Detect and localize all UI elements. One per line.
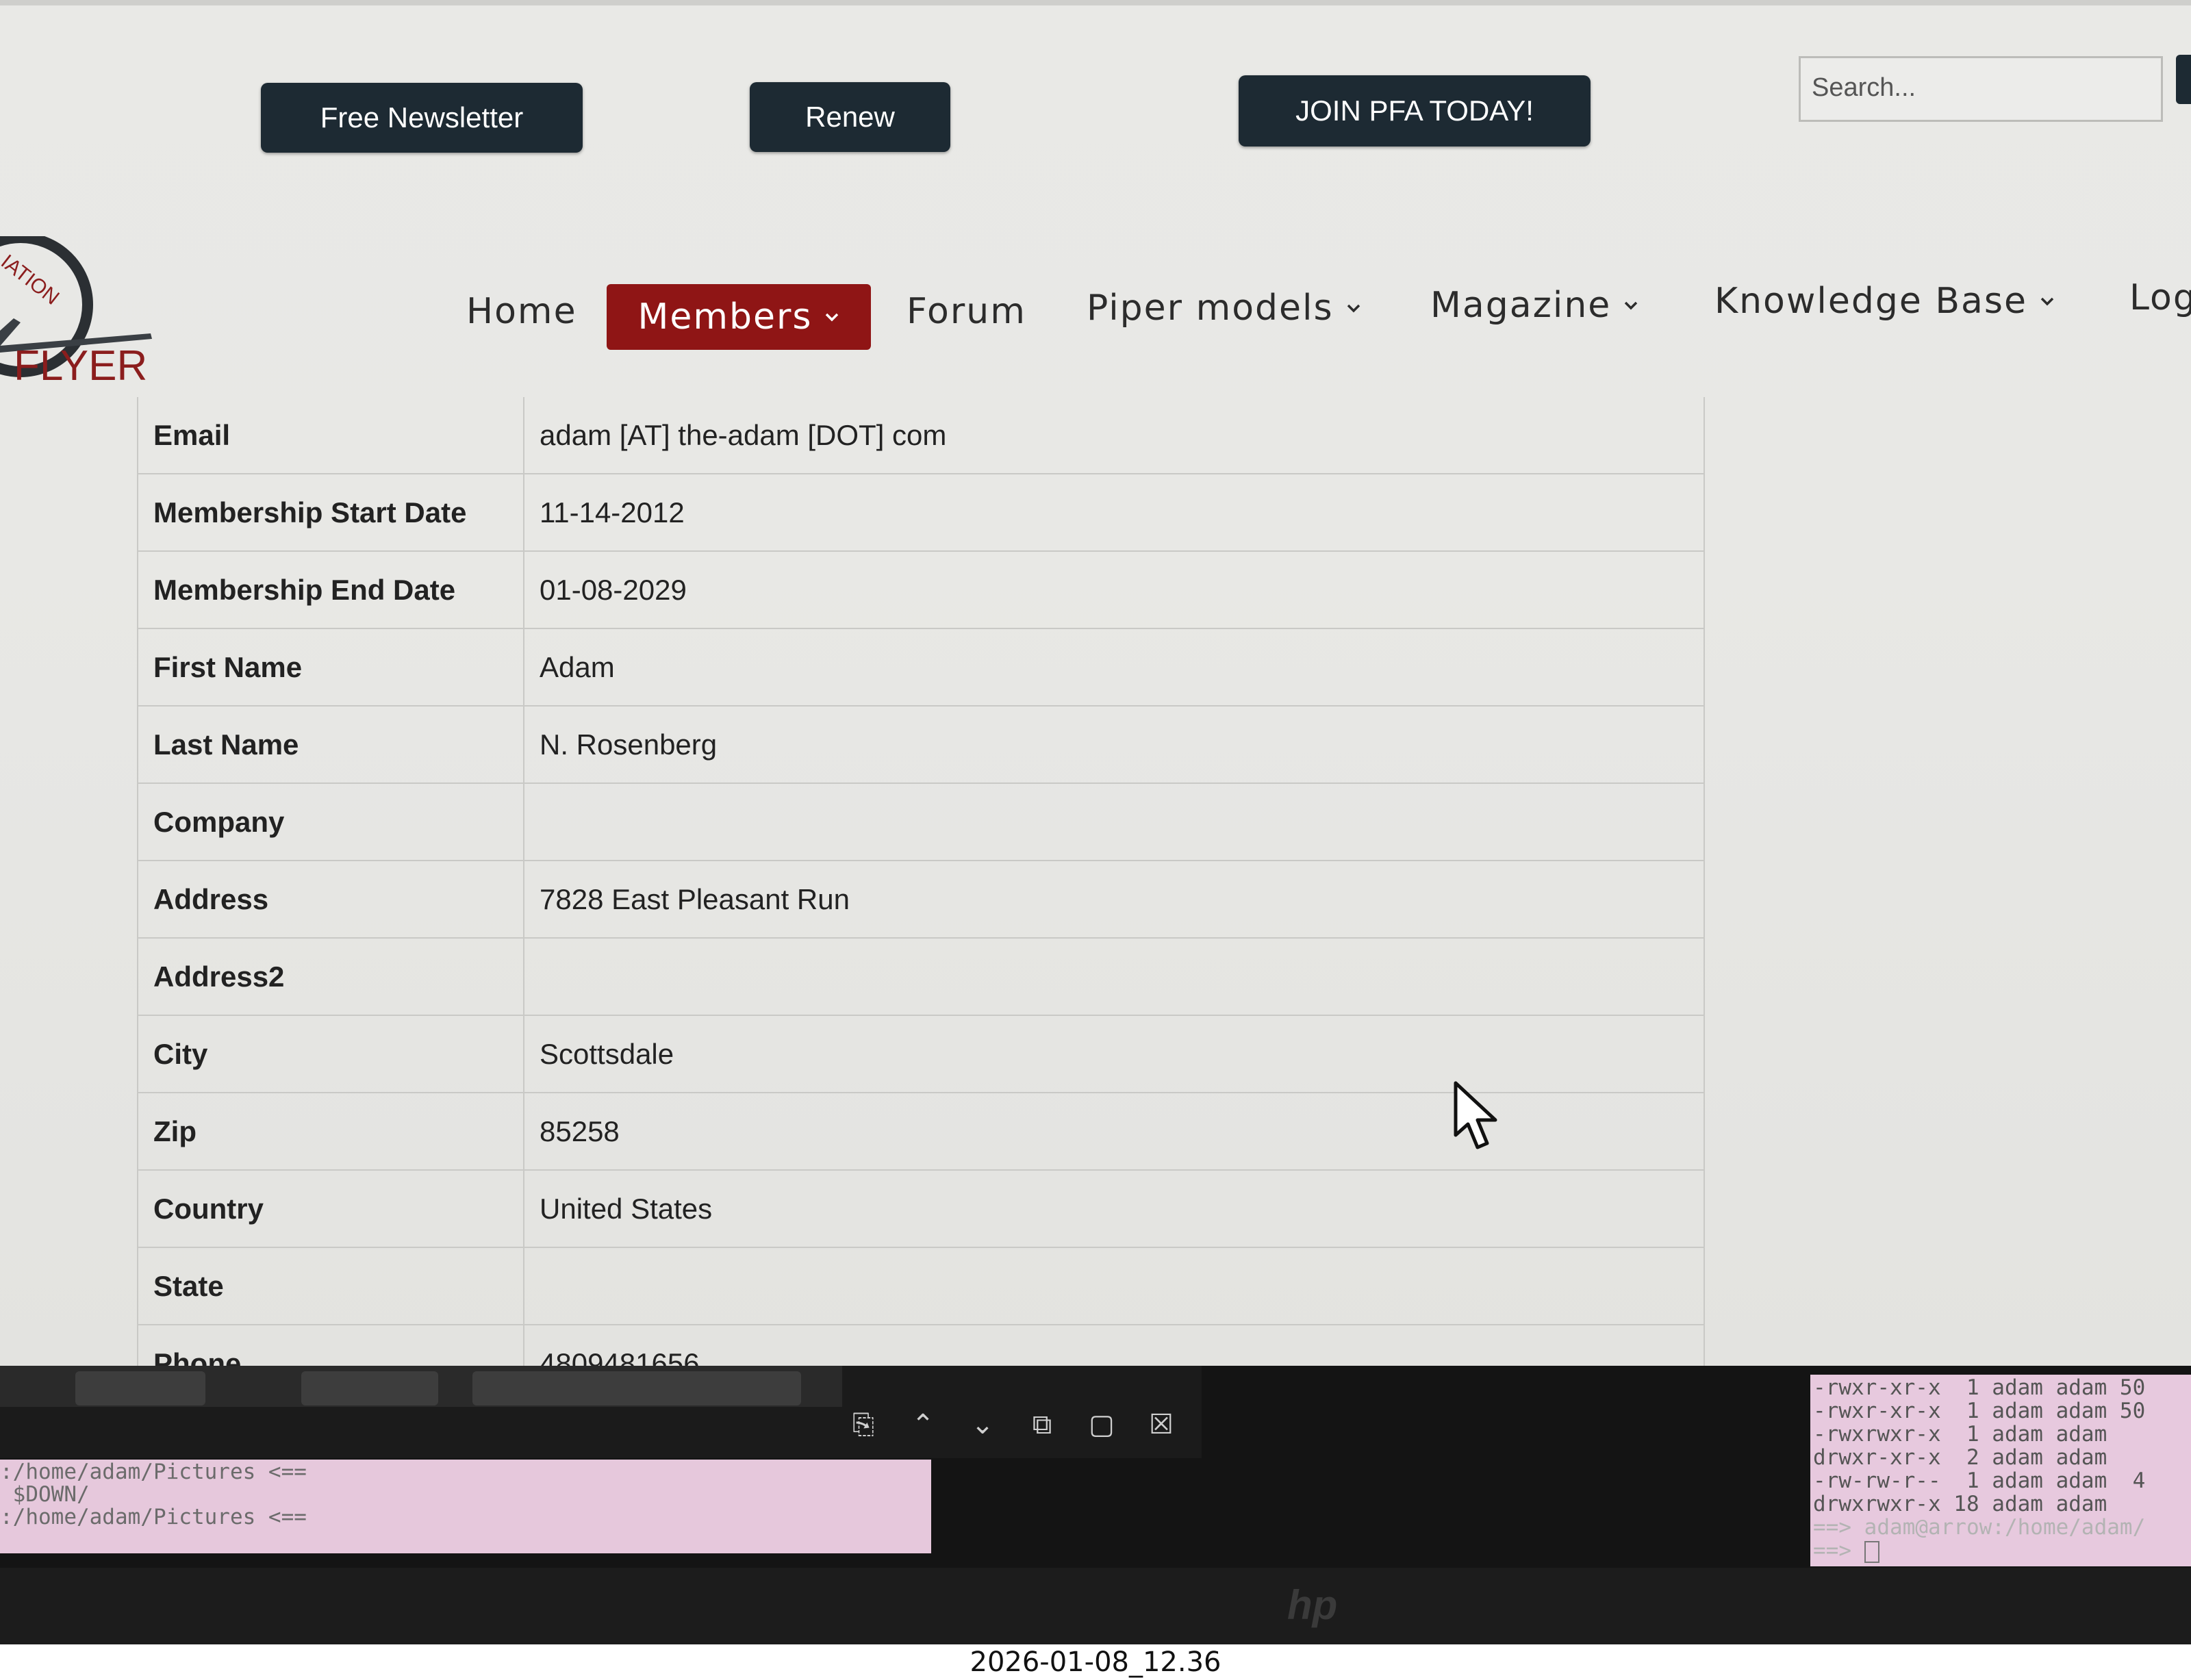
terminal-right[interactable]: -rwxr-xr-x 1 adam adam 50 -rwxr-xr-x 1 a… bbox=[1810, 1375, 2191, 1566]
table-row: Phone 4809481656 bbox=[137, 1324, 1705, 1366]
terminal-tab[interactable] bbox=[75, 1371, 205, 1405]
terminal-prompt-line: ==> adam@arrow:/home/adam/ bbox=[1813, 1515, 2146, 1540]
field-value: Adam bbox=[524, 629, 1705, 705]
terminal-line: drwxr-xr-x 2 adam adam bbox=[1813, 1445, 2107, 1470]
table-row: Membership End Date 01-08-2029 bbox=[137, 550, 1705, 628]
field-label: Phone bbox=[137, 1325, 524, 1366]
terminal-line: :/home/adam/Pictures <== bbox=[0, 1460, 307, 1484]
table-row: Address2 bbox=[137, 937, 1705, 1015]
terminal-tab[interactable] bbox=[472, 1371, 801, 1405]
nav-knowledge-base-label: Knowledge Base bbox=[1714, 281, 2027, 322]
photo-caption: 2026-01-08_12.36 bbox=[0, 1644, 2191, 1680]
field-label: Address bbox=[137, 861, 524, 937]
field-label: First Name bbox=[137, 629, 524, 705]
free-newsletter-button[interactable]: Free Newsletter bbox=[261, 83, 583, 153]
field-label: Address2 bbox=[137, 939, 524, 1015]
terminal-line: drwxrwxr-x 18 adam adam bbox=[1813, 1492, 2107, 1516]
field-value bbox=[524, 939, 1705, 1015]
field-value bbox=[524, 1248, 1705, 1324]
mouse-pointer-icon bbox=[1454, 1081, 1497, 1149]
terminal-tab[interactable] bbox=[301, 1371, 438, 1405]
new-tab-icon[interactable]: ⎘ bbox=[849, 1410, 878, 1439]
table-row: Company bbox=[137, 782, 1705, 860]
terminal-line: -rwxr-xr-x 1 adam adam 50 bbox=[1813, 1399, 2146, 1423]
hp-logo: hp bbox=[1287, 1582, 1338, 1628]
terminal-cursor bbox=[1864, 1540, 1879, 1563]
field-label: Company bbox=[137, 784, 524, 860]
table-row: State bbox=[137, 1247, 1705, 1324]
join-pfa-button[interactable]: JOIN PFA TODAY! bbox=[1239, 75, 1591, 147]
field-value: adam [AT] the-adam [DOT] com bbox=[524, 397, 1705, 473]
table-row: Address 7828 East Pleasant Run bbox=[137, 860, 1705, 937]
chevron-up-icon[interactable]: ⌃ bbox=[909, 1410, 937, 1439]
table-row: Last Name N. Rosenberg bbox=[137, 705, 1705, 782]
field-value: 85258 bbox=[524, 1093, 1705, 1169]
nav-piper-models[interactable]: Piper models bbox=[1087, 288, 1361, 329]
terminal-toolbar: ⎘ ⌃ ⌄ ⧉ ▢ ☒ bbox=[849, 1410, 1176, 1439]
split-window-icon[interactable]: ⧉ bbox=[1028, 1410, 1056, 1439]
field-value: 4809481656 bbox=[524, 1325, 1705, 1366]
nav-magazine-label: Magazine bbox=[1430, 285, 1612, 326]
close-icon[interactable]: ☒ bbox=[1147, 1410, 1176, 1439]
table-row: Email adam [AT] the-adam [DOT] com bbox=[137, 397, 1705, 473]
monitor-bezel bbox=[0, 1568, 2191, 1644]
table-row: Country United States bbox=[137, 1169, 1705, 1247]
photo-frame: Free Newsletter Renew JOIN PFA TODAY! Se… bbox=[0, 0, 2191, 1644]
field-label: Country bbox=[137, 1171, 524, 1247]
terminal-prompt: ==> bbox=[1813, 1538, 1864, 1563]
terminal-line: -rw-rw-r-- 1 adam adam 4 bbox=[1813, 1468, 2146, 1493]
chevron-down-icon bbox=[826, 313, 839, 322]
field-value: United States bbox=[524, 1171, 1705, 1247]
search-input[interactable]: Search... bbox=[1799, 56, 2163, 122]
renew-button[interactable]: Renew bbox=[750, 82, 950, 152]
table-row: First Name Adam bbox=[137, 628, 1705, 705]
field-label: Last Name bbox=[137, 707, 524, 782]
field-value: N. Rosenberg bbox=[524, 707, 1705, 782]
nav-piper-models-label: Piper models bbox=[1087, 288, 1334, 329]
terminal-line: -rwxrwxr-x 1 adam adam bbox=[1813, 1422, 2107, 1447]
search-button[interactable] bbox=[2176, 55, 2191, 104]
logo-wordmark: FLYER bbox=[14, 342, 147, 390]
chevron-down-icon bbox=[2040, 297, 2054, 306]
field-value: 7828 East Pleasant Run bbox=[524, 861, 1705, 937]
field-label: Membership End Date bbox=[137, 552, 524, 628]
nav-home[interactable]: Home bbox=[466, 291, 577, 332]
field-label: Membership Start Date bbox=[137, 474, 524, 550]
member-details-table: Email adam [AT] the-adam [DOT] com Member… bbox=[137, 397, 1705, 1366]
nav-forum-label: Forum bbox=[907, 291, 1026, 332]
nav-magazine[interactable]: Magazine bbox=[1430, 285, 1638, 326]
chevron-down-icon bbox=[1625, 301, 1638, 310]
field-value: Scottsdale bbox=[524, 1016, 1705, 1092]
table-row: Membership Start Date 11-14-2012 bbox=[137, 473, 1705, 550]
field-value: 11-14-2012 bbox=[524, 474, 1705, 550]
terminal-line: :/home/adam/Pictures <== bbox=[0, 1505, 307, 1529]
field-label: City bbox=[137, 1016, 524, 1092]
field-value bbox=[524, 784, 1705, 860]
field-label: State bbox=[137, 1248, 524, 1324]
terminal-line: -rwxr-xr-x 1 adam adam 50 bbox=[1813, 1375, 2146, 1400]
terminal-line: $DOWN/ bbox=[0, 1482, 90, 1507]
browser-viewport: Free Newsletter Renew JOIN PFA TODAY! Se… bbox=[0, 0, 2191, 1366]
site-logo[interactable]: IATION FLYER bbox=[0, 236, 157, 394]
field-value: 01-08-2029 bbox=[524, 552, 1705, 628]
nav-login-label: Log bbox=[2129, 277, 2191, 318]
nav-home-label: Home bbox=[466, 291, 577, 332]
terminal-left[interactable]: :/home/adam/Pictures <== $DOWN/ :/home/a… bbox=[0, 1460, 931, 1553]
chevron-down-icon[interactable]: ⌄ bbox=[968, 1410, 997, 1439]
chevron-down-icon bbox=[1347, 304, 1360, 313]
field-label: Zip bbox=[137, 1093, 524, 1169]
field-label: Email bbox=[137, 397, 524, 473]
nav-knowledge-base[interactable]: Knowledge Base bbox=[1714, 281, 2055, 322]
nav-members[interactable]: Members bbox=[607, 284, 871, 350]
minimize-icon[interactable]: ▢ bbox=[1087, 1410, 1116, 1439]
terminal-prompt-line: ==> bbox=[1813, 1539, 2191, 1563]
nav-forum[interactable]: Forum bbox=[907, 291, 1026, 332]
nav-members-label: Members bbox=[637, 296, 813, 338]
nav-login[interactable]: Log bbox=[2129, 277, 2191, 318]
